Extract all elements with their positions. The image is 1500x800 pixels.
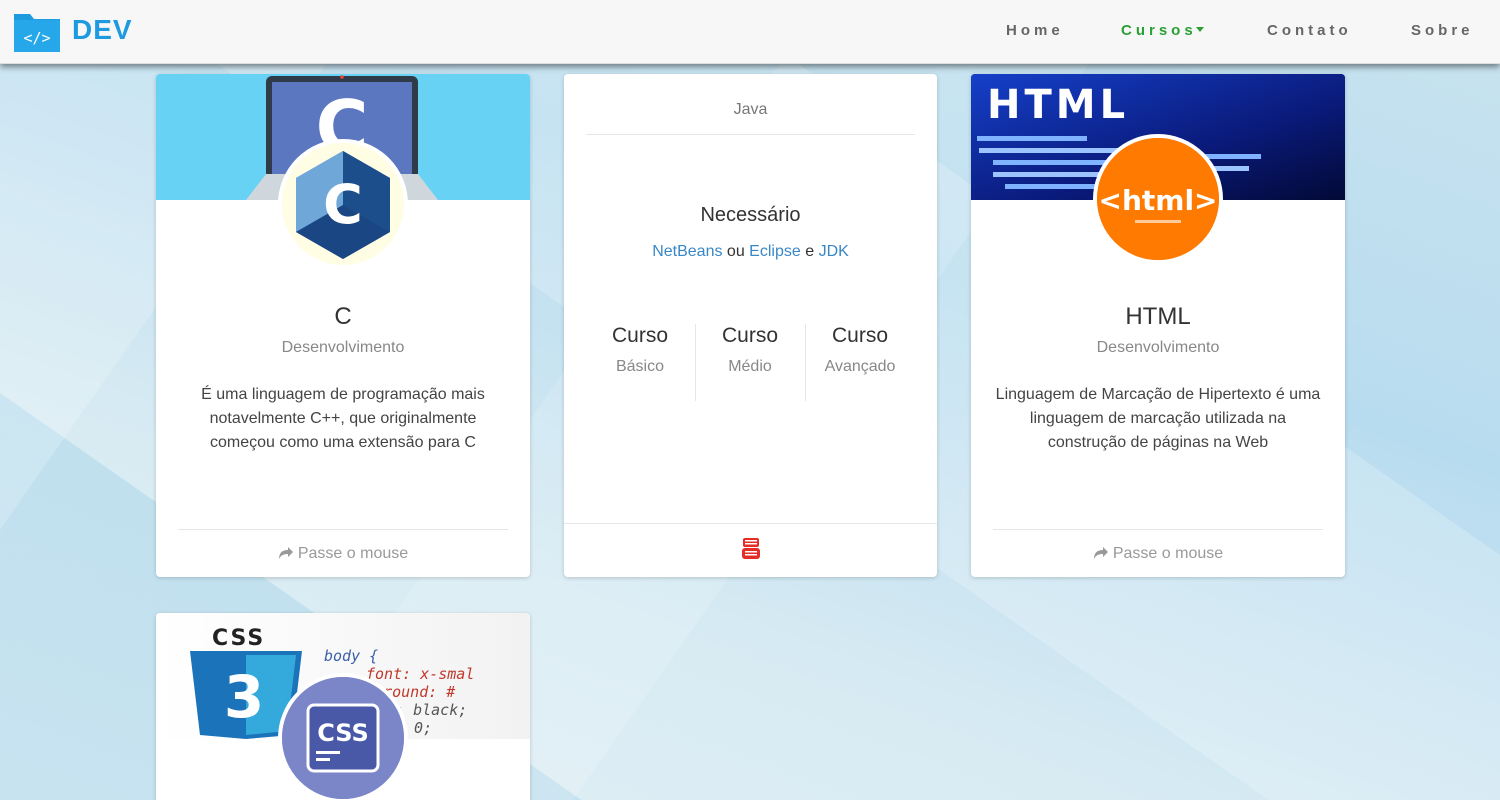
eclipse-link[interactable]: Eclipse	[749, 243, 801, 260]
card-title: C	[334, 303, 352, 330]
brand[interactable]: </> DEV	[12, 6, 133, 54]
card-subtitle: Desenvolvimento	[281, 339, 405, 356]
level-title: Curso	[831, 324, 889, 347]
svg-text:<html>: <html>	[1098, 184, 1217, 217]
card-header: Java	[733, 101, 768, 118]
level-subtitle: Avançado	[824, 358, 896, 375]
nav-contato[interactable]: Contato	[1267, 22, 1352, 39]
level-subtitle: Médio	[728, 358, 772, 375]
or-text: ou	[726, 243, 745, 260]
level-subtitle: Básico	[615, 358, 665, 375]
html-tag-icon: <html>	[1097, 138, 1219, 260]
divider	[178, 529, 508, 530]
css-logo-avatar: CSS	[278, 673, 408, 800]
nav-home[interactable]: Home	[1006, 22, 1064, 39]
share-arrow-icon	[278, 547, 293, 559]
card-description: Linguagem de Marcação de Hipertexto é um…	[995, 386, 1321, 451]
divider	[993, 529, 1323, 530]
course-card-html[interactable]: HTML <html> HTML Desenvolvimento Linguag…	[971, 74, 1345, 577]
html-logo-avatar: <html>	[1093, 134, 1223, 264]
nav-cursos-label: Cursos	[1121, 22, 1197, 39]
course-card-java[interactable]: Java Necessário NetBeans ou Eclipse e JD…	[564, 74, 937, 577]
hover-hint[interactable]: Passe o mouse	[156, 545, 530, 563]
level-title: Curso	[721, 324, 779, 347]
hover-hint[interactable]: Passe o mouse	[971, 545, 1345, 563]
level-basic[interactable]: Curso Básico	[585, 324, 695, 376]
top-navbar: </> DEV Home Cursos Contato Sobre	[0, 0, 1500, 64]
css-file-icon: CSS	[282, 677, 404, 799]
nav-sobre[interactable]: Sobre	[1411, 22, 1474, 39]
svg-text:body {: body {	[324, 647, 378, 665]
youtube-icon[interactable]	[742, 538, 760, 560]
brand-name: DEV	[72, 14, 133, 45]
share-arrow-icon	[1093, 547, 1108, 559]
and-text: e	[805, 243, 815, 260]
hover-hint-label: Passe o mouse	[297, 545, 409, 562]
course-card-css[interactable]: CSS 3 body { font: x-smal ckground: # r:…	[156, 613, 530, 800]
svg-text:CSS: CSS	[212, 626, 265, 651]
divider	[586, 134, 915, 135]
svg-text:C: C	[323, 173, 363, 236]
caret-down-icon	[1195, 26, 1204, 32]
c-logo-avatar: C	[278, 139, 408, 269]
c-language-icon: C	[296, 151, 390, 259]
svg-text:3: 3	[224, 663, 264, 731]
card-description: É uma linguagem de programação mais nota…	[201, 386, 485, 451]
course-card-c[interactable]: C C C Desenvolvimento É uma linguagem de…	[156, 74, 530, 577]
jdk-link[interactable]: JDK	[819, 243, 849, 260]
level-advanced[interactable]: Curso Avançado	[805, 324, 915, 376]
requirements-links: NetBeans ou Eclipse e JDK	[564, 243, 937, 261]
nav-cursos[interactable]: Cursos	[1121, 22, 1204, 39]
level-title: Curso	[611, 324, 669, 347]
divider	[564, 523, 937, 524]
requirements-title: Necessário	[700, 204, 801, 226]
netbeans-link[interactable]: NetBeans	[652, 243, 722, 260]
svg-text:HTML: HTML	[987, 82, 1129, 128]
code-folder-icon: </>	[14, 14, 60, 52]
svg-text:CSS: CSS	[317, 719, 369, 747]
card-title: HTML	[1125, 303, 1191, 330]
svg-text:font: x-smal: font: x-smal	[366, 665, 474, 683]
hover-hint-label: Passe o mouse	[1112, 545, 1224, 562]
level-medium[interactable]: Curso Médio	[695, 324, 805, 376]
svg-text:</>: </>	[23, 29, 50, 47]
card-subtitle: Desenvolvimento	[1096, 339, 1220, 356]
